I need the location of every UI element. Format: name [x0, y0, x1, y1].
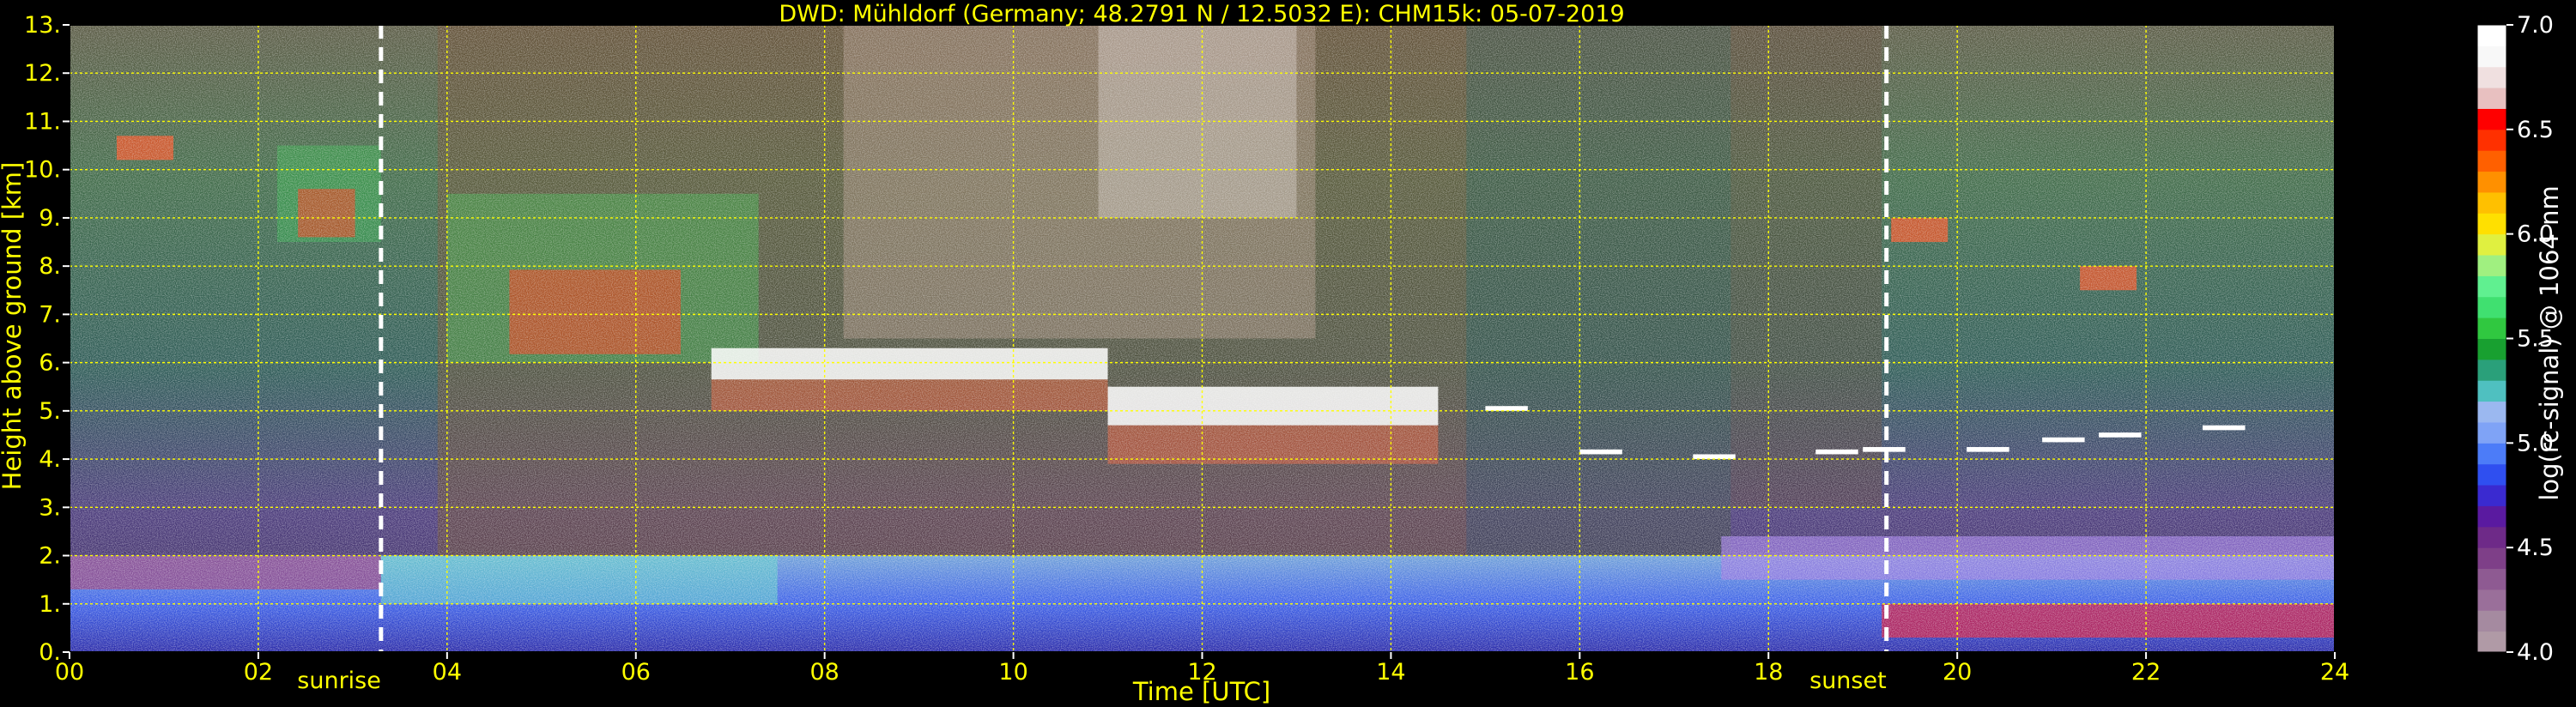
colorbar-label: log(rc-signal) @ 1064 nm — [2535, 185, 2564, 500]
colorbar-segment — [2477, 505, 2506, 528]
x-tick-label: 02 — [244, 659, 273, 686]
colorbar-segment — [2477, 255, 2506, 276]
x-tick-label: 00 — [55, 659, 84, 686]
x-tick-label: 08 — [809, 659, 839, 686]
colorbar-segment — [2477, 610, 2506, 632]
x-tick-label: 22 — [2131, 659, 2161, 686]
colorbar-segment — [2477, 275, 2506, 298]
x-tick-label: 06 — [621, 659, 651, 686]
x-tick-label: 24 — [2320, 659, 2349, 686]
colorbar-segment — [2477, 359, 2506, 381]
y-tick-label: 13. — [24, 12, 61, 39]
event-label-sunrise: sunrise — [297, 668, 381, 694]
colorbar-segment — [2477, 191, 2506, 214]
colorbar-segment — [2477, 485, 2506, 506]
colorbar-tick-label: 7.0 — [2517, 12, 2554, 39]
colorbar-segment — [2477, 421, 2506, 444]
ceilometer-chart: sunrise sunset0.1.2.3.4.5.6.7.8.9.10.11.1… — [0, 1, 2564, 706]
colorbar-segment — [2477, 213, 2506, 235]
x-tick-label: 18 — [1754, 659, 1783, 686]
colorbar-segment — [2477, 547, 2506, 570]
x-tick-label: 16 — [1565, 659, 1594, 686]
colorbar-segment — [2477, 233, 2506, 256]
colorbar-tick-label: 4.0 — [2517, 639, 2554, 666]
x-tick-label: 14 — [1376, 659, 1405, 686]
plot-area — [70, 25, 2335, 652]
y-axis-label: Height above ground [km] — [0, 162, 27, 491]
colorbar-segment — [2477, 589, 2506, 611]
y-tick-label: 6. — [39, 350, 61, 377]
colorbar-segment — [2477, 463, 2506, 486]
colorbar-segment — [2477, 108, 2506, 130]
colorbar-segment — [2477, 568, 2506, 590]
colorbar-segment — [2477, 129, 2506, 151]
y-tick-label: 9. — [39, 205, 61, 232]
colorbar-segment — [2477, 338, 2506, 360]
y-tick-label: 12. — [24, 60, 61, 87]
chart-title: DWD: Mühldorf (Germany; 48.2791 N / 12.5… — [779, 1, 1624, 27]
x-axis-label: Time [UTC] — [1132, 677, 1270, 706]
colorbar-segment — [2477, 401, 2506, 423]
colorbar-segment — [2477, 380, 2506, 402]
colorbar-segment — [2477, 443, 2506, 465]
x-tick-label: 10 — [998, 659, 1027, 686]
y-tick-label: 7. — [39, 301, 61, 328]
event-label-sunset: sunset — [1809, 668, 1887, 694]
y-tick-label: 11. — [24, 108, 61, 135]
y-tick-label: 1. — [39, 591, 61, 618]
colorbar-segment — [2477, 25, 2506, 46]
y-tick-label: 5. — [39, 398, 61, 425]
colorbar-segment — [2477, 526, 2506, 548]
colorbar-segment — [2477, 150, 2506, 172]
x-tick-label: 20 — [1943, 659, 1972, 686]
y-tick-label: 4. — [39, 446, 61, 473]
y-tick-label: 10. — [24, 157, 61, 184]
colorbar-segment — [2477, 317, 2506, 339]
colorbar-segment — [2477, 296, 2506, 318]
y-tick-label: 8. — [39, 253, 61, 280]
colorbar-segment — [2477, 66, 2506, 88]
colorbar-segment — [2477, 88, 2506, 109]
x-tick-label: 04 — [433, 659, 462, 686]
colorbar-segment — [2477, 631, 2506, 653]
colorbar-segment — [2477, 45, 2506, 68]
colorbar-segment — [2477, 171, 2506, 193]
colorbar-tick-label: 4.5 — [2517, 535, 2554, 561]
colorbar-tick-label: 6.5 — [2517, 117, 2554, 143]
y-tick-label: 3. — [39, 494, 61, 521]
y-tick-label: 2. — [39, 543, 61, 570]
